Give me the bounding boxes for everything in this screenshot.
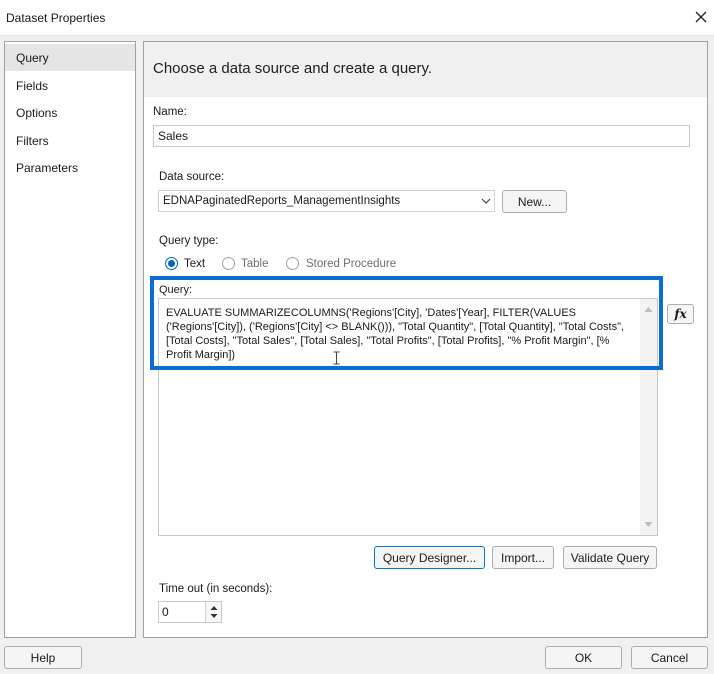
sidebar-item-fields[interactable]: Fields xyxy=(5,72,135,99)
sidebar-item-parameters[interactable]: Parameters xyxy=(5,154,135,181)
datasource-value: EDNAPaginatedReports_ManagementInsights xyxy=(163,195,401,207)
sidebar-item-options[interactable]: Options xyxy=(5,99,135,126)
radio-stored-procedure[interactable] xyxy=(286,257,299,270)
datasource-label: Data source: xyxy=(159,171,225,183)
name-label: Name: xyxy=(153,106,187,118)
timeout-value: 0 xyxy=(162,605,169,619)
stepper-arrows[interactable] xyxy=(205,602,221,622)
query-designer-button[interactable]: Query Designer... xyxy=(374,546,485,569)
query-type-label: Query type: xyxy=(159,235,219,247)
datasource-select[interactable]: EDNAPaginatedReports_ManagementInsights xyxy=(158,190,495,212)
cancel-button[interactable]: Cancel xyxy=(631,646,708,669)
timeout-label: Time out (in seconds): xyxy=(159,583,273,595)
import-button[interactable]: Import... xyxy=(492,546,554,569)
chevron-down-icon[interactable] xyxy=(479,194,493,208)
expression-fx-button[interactable]: fx xyxy=(667,304,694,324)
radio-text[interactable] xyxy=(165,257,178,270)
help-button[interactable]: Help xyxy=(4,646,82,669)
window-title: Dataset Properties xyxy=(6,11,106,25)
close-icon[interactable] xyxy=(690,6,712,28)
ok-button[interactable]: OK xyxy=(545,646,622,669)
query-highlight-box xyxy=(150,276,663,370)
sidebar-item-filters[interactable]: Filters xyxy=(5,127,135,154)
sidebar-item-query[interactable]: Query xyxy=(5,44,135,71)
name-field[interactable]: Sales xyxy=(153,125,690,147)
sidebar-nav: Query Fields Options Filters Parameters xyxy=(4,41,136,638)
radio-text-label: Text xyxy=(184,258,206,270)
radio-table-label: Table xyxy=(241,258,269,270)
title-bar xyxy=(0,0,714,36)
validate-query-button[interactable]: Validate Query xyxy=(563,546,657,569)
radio-stored-procedure-label: Stored Procedure xyxy=(306,258,397,270)
page-title: Choose a data source and create a query. xyxy=(153,60,433,77)
radio-table[interactable] xyxy=(222,257,235,270)
new-datasource-button[interactable]: New... xyxy=(502,190,567,213)
